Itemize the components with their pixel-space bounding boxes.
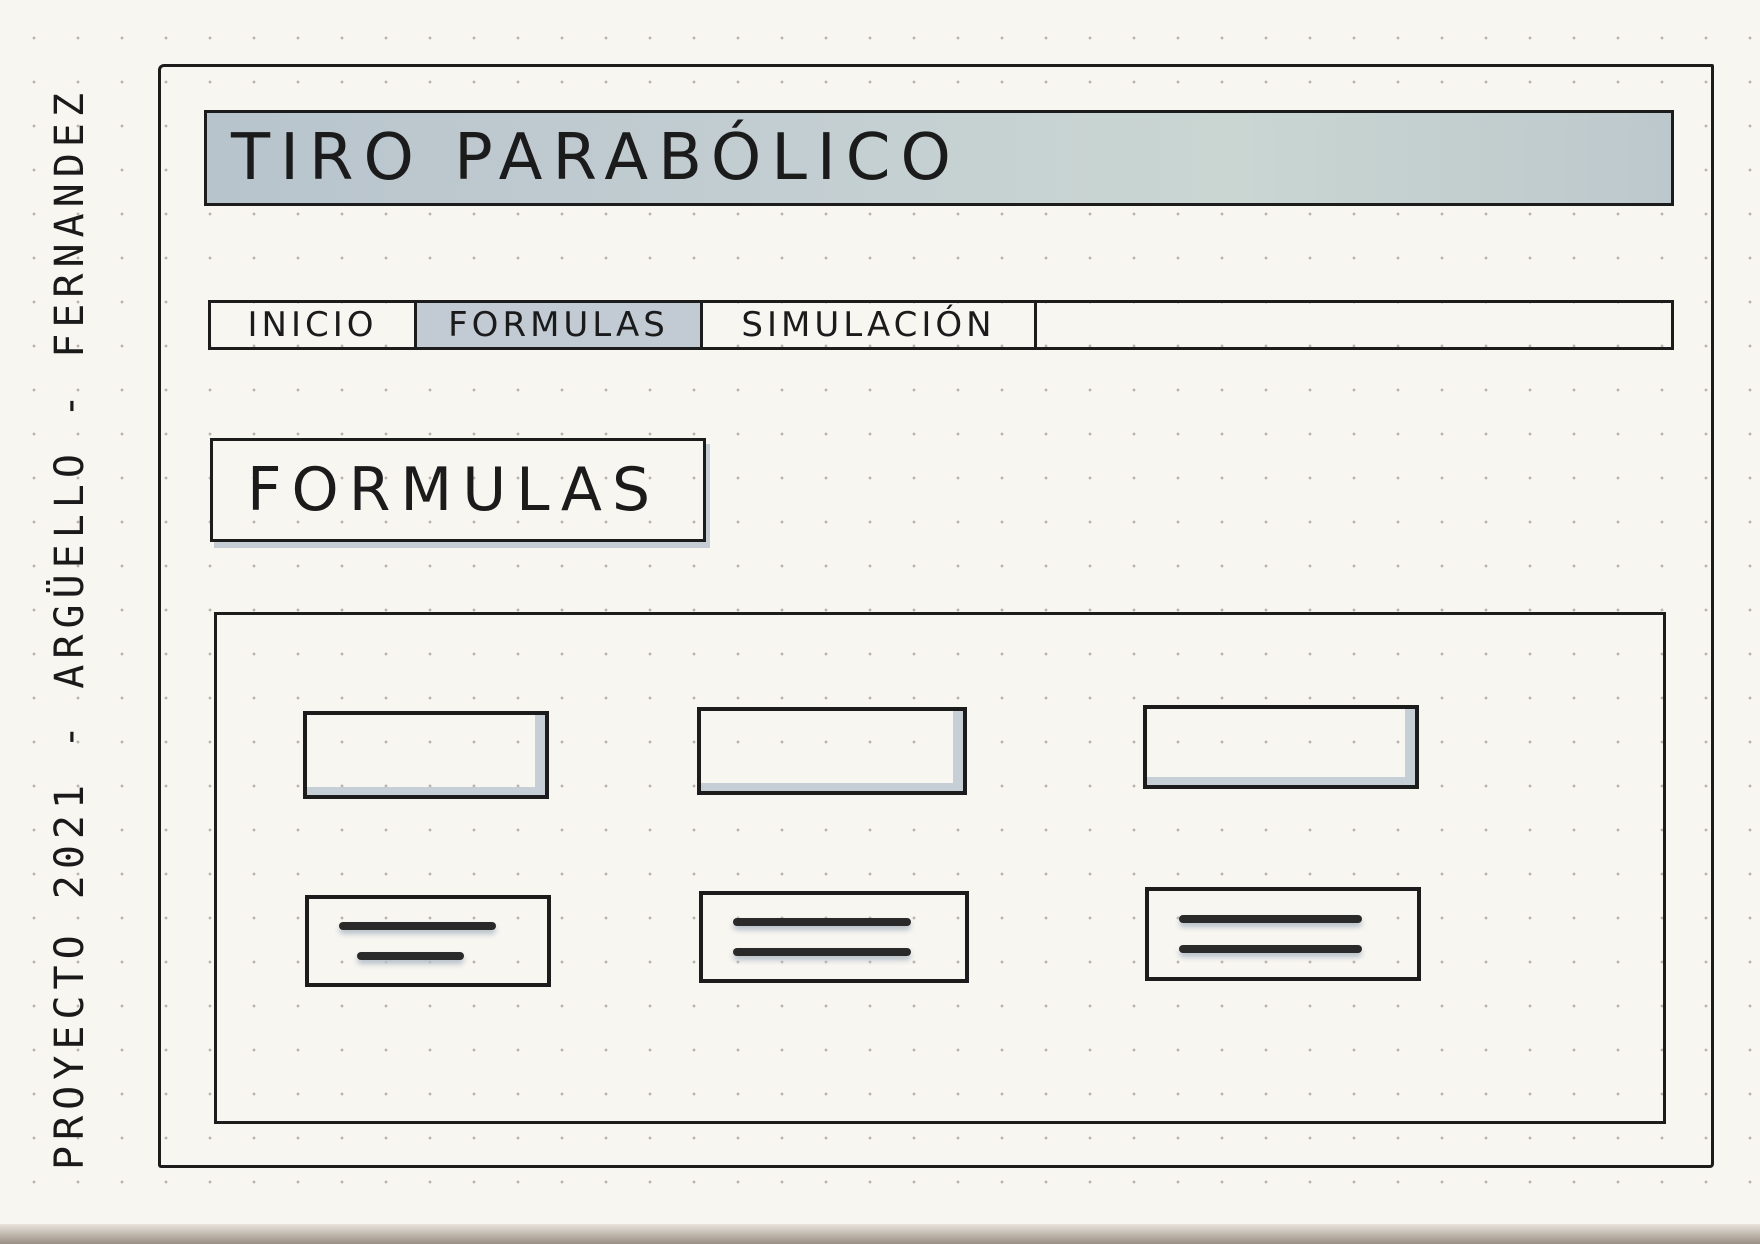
formula-card-3 (1143, 705, 1419, 789)
section-heading: FORMULAS (247, 455, 661, 525)
page-title: TIRO PARABÓLICO (231, 121, 961, 195)
tab-inicio[interactable]: INICIO (211, 303, 417, 347)
formulas-panel (214, 612, 1666, 1124)
tab-simulacion[interactable]: SIMULACIÓN (703, 303, 1037, 347)
text-placeholder-line (356, 952, 464, 960)
text-placeholder-line (1179, 945, 1363, 953)
section-heading-box: FORMULAS (210, 438, 706, 542)
text-placeholder-line (733, 948, 911, 956)
nav-bar: INICIO FORMULAS SIMULACIÓN (208, 300, 1674, 350)
header-banner: TIRO PARABÓLICO (204, 110, 1674, 206)
desk-edge (0, 1224, 1760, 1244)
formula-card-1 (303, 711, 549, 799)
formula-description-3 (1145, 887, 1421, 981)
formula-description-2 (699, 891, 969, 983)
tab-formulas[interactable]: FORMULAS (417, 303, 703, 347)
text-placeholder-line (1179, 915, 1363, 923)
text-placeholder-line (733, 918, 911, 926)
formula-description-1 (305, 895, 551, 987)
text-placeholder-line (339, 922, 496, 930)
formula-card-2 (697, 707, 967, 795)
project-caption: PROYECTO 2021 - ARGÜELLO - FERNANDEZ (47, 87, 93, 1170)
